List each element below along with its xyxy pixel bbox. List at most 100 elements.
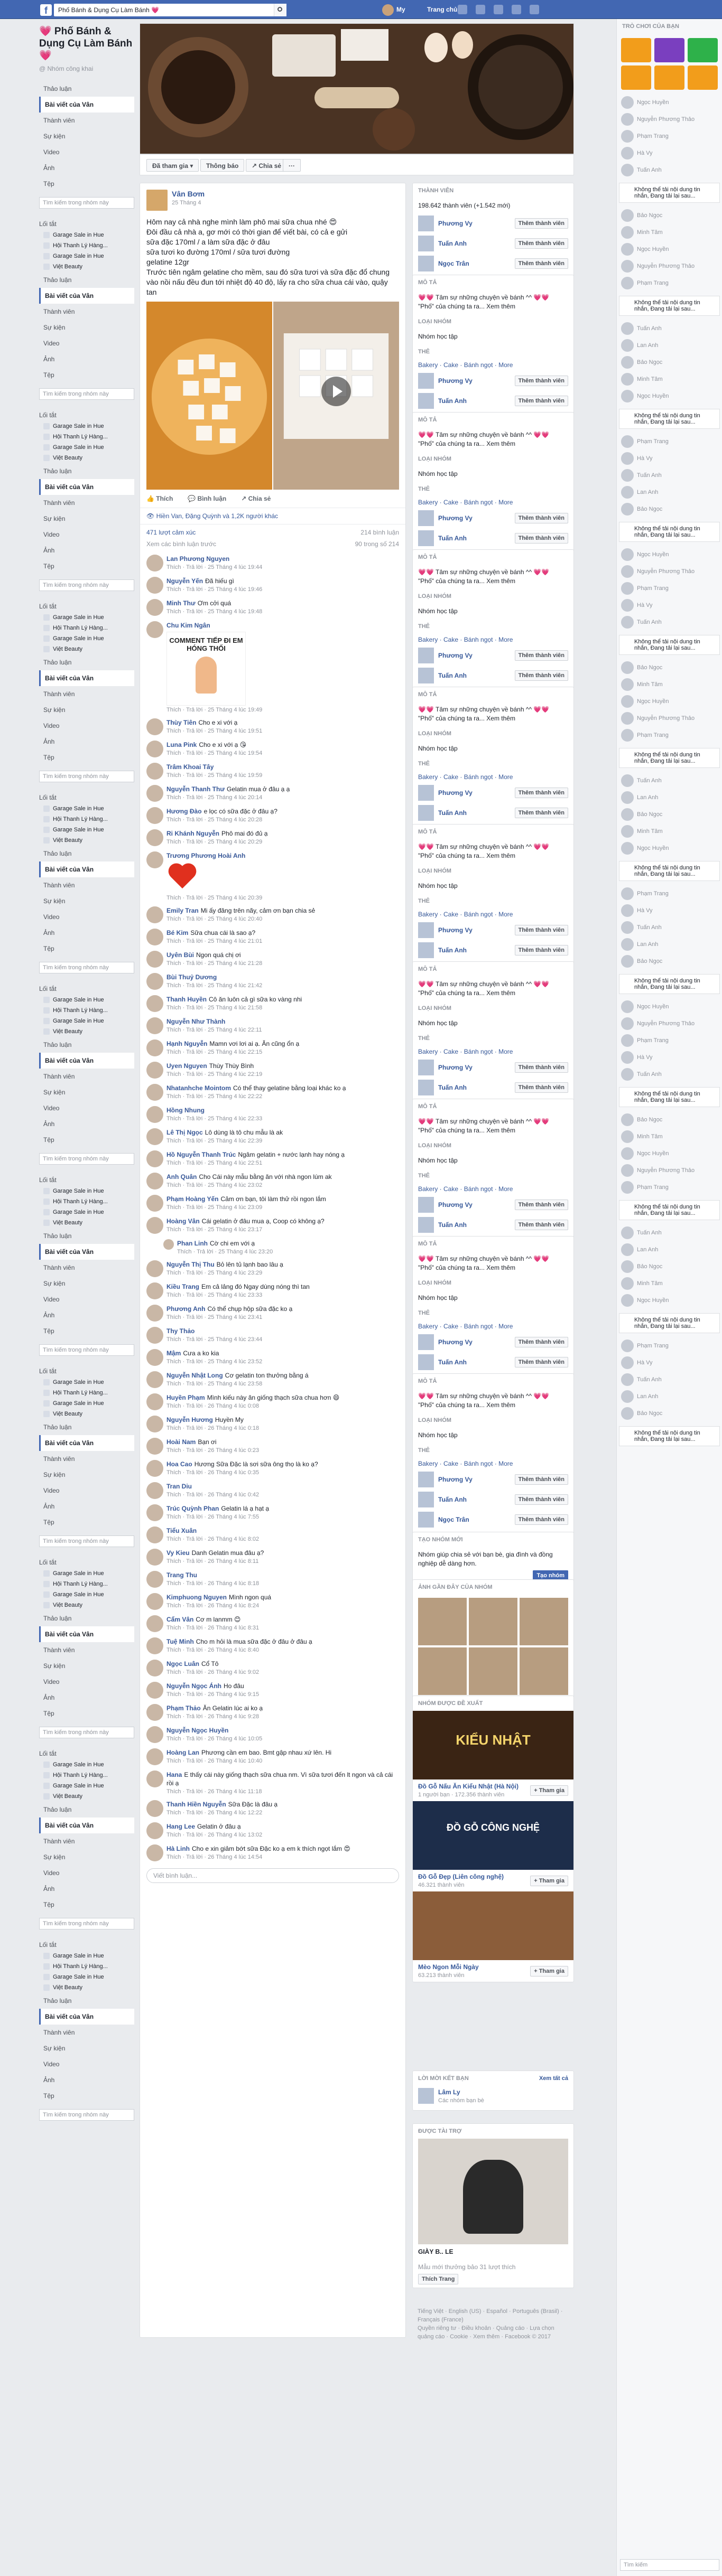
commenter-avatar[interactable] <box>146 1526 163 1543</box>
shortcut-item[interactable]: Việt Beauty <box>39 1026 134 1037</box>
group-search-input[interactable]: Tìm kiếm trong nhóm này <box>39 2109 134 2121</box>
add-member-button[interactable]: Thêm thành viên <box>514 1200 568 1210</box>
add-member-button[interactable]: Thêm thành viên <box>514 1220 568 1230</box>
shortcut-item[interactable]: Garage Sale in Hue <box>39 633 134 644</box>
commenter-name[interactable]: Bé Kim <box>166 929 188 936</box>
game-tile[interactable] <box>621 38 651 62</box>
photo-thumbnail[interactable] <box>520 1598 568 1645</box>
play-icon[interactable] <box>321 377 351 407</box>
commenter-name[interactable]: Nguyễn Yến <box>166 577 203 585</box>
commenter-name[interactable]: Nguyễn Thanh Thư <box>166 785 225 793</box>
commenter-name[interactable]: Lê Thị Ngọc <box>166 1129 203 1136</box>
member-name[interactable]: Tuấn Anh <box>438 1221 511 1229</box>
nav-item[interactable]: Thành viên <box>39 2025 134 2040</box>
commenter-avatar[interactable] <box>146 1349 163 1366</box>
nav-item[interactable]: Ảnh <box>39 1307 134 1323</box>
chat-contact[interactable]: Hà Vy <box>617 1049 722 1066</box>
shortcut-item[interactable]: Garage Sale in Hue <box>39 1186 134 1196</box>
account-menu-icon[interactable] <box>530 5 539 14</box>
nav-item[interactable]: Sự kiện <box>39 1467 134 1483</box>
author-avatar[interactable] <box>146 190 168 211</box>
shortcut-item[interactable]: Hội Thanh Lý Hàng... <box>39 432 134 442</box>
share-button[interactable]: ↗ Chia sẻ <box>246 159 288 172</box>
commenter-avatar[interactable] <box>146 1327 163 1344</box>
commenter-avatar[interactable] <box>146 1371 163 1388</box>
member-name[interactable]: Phương Vy <box>438 1476 511 1483</box>
member-name[interactable]: Ngọc Trân <box>438 1516 511 1523</box>
commenter-name[interactable]: Tuệ Minh <box>166 1638 194 1645</box>
commenter-name[interactable]: Kiều Trang <box>166 1283 199 1290</box>
nav-item[interactable]: Thành viên <box>39 877 134 893</box>
commenter-name[interactable]: Trang Thu <box>166 1571 197 1579</box>
suggested-group-cover[interactable]: ĐỒ GỖ CÔNG NGHỆ <box>413 1801 573 1870</box>
nav-item[interactable]: Sự kiện <box>39 1276 134 1291</box>
tags-list[interactable]: Bakery · Cake · Bánh ngọt · More <box>413 1320 573 1332</box>
chat-contact[interactable]: Minh Tâm <box>617 676 722 693</box>
member-avatar[interactable] <box>418 510 434 526</box>
member-avatar[interactable] <box>418 1492 434 1507</box>
shortcut-item[interactable]: Hội Thanh Lý Hàng... <box>39 1005 134 1016</box>
member-name[interactable]: Tuấn Anh <box>438 947 511 954</box>
chat-contact[interactable]: Phạm Trang <box>617 433 722 450</box>
add-member-button[interactable]: Thêm thành viên <box>514 258 568 269</box>
nav-item[interactable]: Tệp <box>39 750 134 765</box>
nav-item[interactable]: Tệp <box>39 558 134 574</box>
nav-item[interactable]: Video <box>39 1100 134 1116</box>
commenter-avatar[interactable] <box>146 763 163 780</box>
nav-item[interactable]: Thảo luận <box>39 81 134 97</box>
suggested-group-name[interactable]: Đồ Gỗ Nấu Ăn Kiểu Nhật (Hà Nội) <box>418 1783 526 1790</box>
shortcut-item[interactable]: Hội Thanh Lý Hàng... <box>39 1579 134 1589</box>
add-member-button[interactable]: Thêm thành viên <box>514 1474 568 1485</box>
commenter-avatar[interactable] <box>146 1173 163 1189</box>
comment-meta[interactable]: Thích · Trả lời · 26 Tháng 4 lúc 0:35 <box>166 1469 399 1476</box>
friend-avatar[interactable] <box>418 2088 434 2104</box>
shortcut-item[interactable]: Hội Thanh Lý Hàng... <box>39 623 134 633</box>
shortcut-item[interactable]: Việt Beauty <box>39 1409 134 1419</box>
member-avatar[interactable] <box>418 1354 434 1370</box>
commenter-avatar[interactable] <box>146 1637 163 1654</box>
nav-item[interactable]: Thảo luận <box>39 463 134 479</box>
comment-meta[interactable]: Thích · Trả lời · 26 Tháng 4 lúc 12:22 <box>166 1810 399 1816</box>
commenter-name[interactable]: Hoàng Vân <box>166 1217 200 1225</box>
nav-item[interactable]: Tệp <box>39 1132 134 1148</box>
nav-item[interactable]: Video <box>39 718 134 734</box>
member-name[interactable]: Tuấn Anh <box>438 535 511 542</box>
comment-meta[interactable]: Thích · Trả lời · 25 Tháng 4 lúc 19:51 <box>166 728 399 734</box>
nav-item[interactable]: Ảnh <box>39 1690 134 1706</box>
shortcut-item[interactable]: Hội Thanh Lý Hàng... <box>39 814 134 825</box>
chat-contact[interactable]: Nguyễn Phương Thảo <box>617 563 722 580</box>
chat-contact[interactable]: Minh Tâm <box>617 823 722 840</box>
commenter-name[interactable]: Nguyễn Hương <box>166 1416 213 1423</box>
commenter-name[interactable]: Luna Pink <box>166 741 197 748</box>
commenter-name[interactable]: Tiểu Xuân <box>166 1527 197 1534</box>
commenter-avatar[interactable] <box>146 1460 163 1477</box>
comment-meta[interactable]: Thích · Trả lời · 25 Tháng 4 lúc 19:59 <box>166 772 399 779</box>
nav-item[interactable]: Thảo luận <box>39 846 134 861</box>
nav-item[interactable]: Thành viên <box>39 113 134 128</box>
nav-item[interactable]: Sự kiện <box>39 893 134 909</box>
tags-list[interactable]: Bakery · Cake · Bánh ngọt · More <box>413 359 573 371</box>
member-name[interactable]: Phương Vy <box>438 377 511 385</box>
commenter-avatar[interactable] <box>146 1482 163 1499</box>
chat-contact[interactable]: Ngọc Huyền <box>617 241 722 258</box>
nav-item[interactable]: Sự kiện <box>39 702 134 718</box>
member-avatar[interactable] <box>418 1080 434 1095</box>
like-button[interactable]: 👍 Thích <box>146 495 173 502</box>
commenter-name[interactable]: Nguyễn Như Thành <box>166 1018 225 1025</box>
facebook-logo-icon[interactable]: f <box>40 4 52 16</box>
commenter-avatar[interactable] <box>146 929 163 945</box>
chat-contact[interactable]: Phạm Trang <box>617 128 722 145</box>
notifications-icon[interactable] <box>494 5 503 14</box>
member-avatar[interactable] <box>418 1217 434 1233</box>
share-post-button[interactable]: ↗ Chia sẻ <box>241 495 271 502</box>
shortcut-item[interactable]: Hội Thanh Lý Hàng... <box>39 1961 134 1972</box>
shortcut-item[interactable]: Garage Sale in Hue <box>39 1972 134 1982</box>
add-member-button[interactable]: Thêm thành viên <box>514 670 568 681</box>
commenter-avatar[interactable] <box>146 1150 163 1167</box>
nav-item[interactable]: Sự kiện <box>39 1084 134 1100</box>
nav-item[interactable]: Thảo luận <box>39 1993 134 2009</box>
commenter-name[interactable]: Hang Lee <box>166 1823 195 1830</box>
commenter-name[interactable]: Hà Linh <box>166 1845 190 1852</box>
tags-list[interactable]: Bakery · Cake · Bánh ngọt · More <box>413 1458 573 1469</box>
commenter-name[interactable]: Trúc Quỳnh Phan <box>166 1505 219 1512</box>
